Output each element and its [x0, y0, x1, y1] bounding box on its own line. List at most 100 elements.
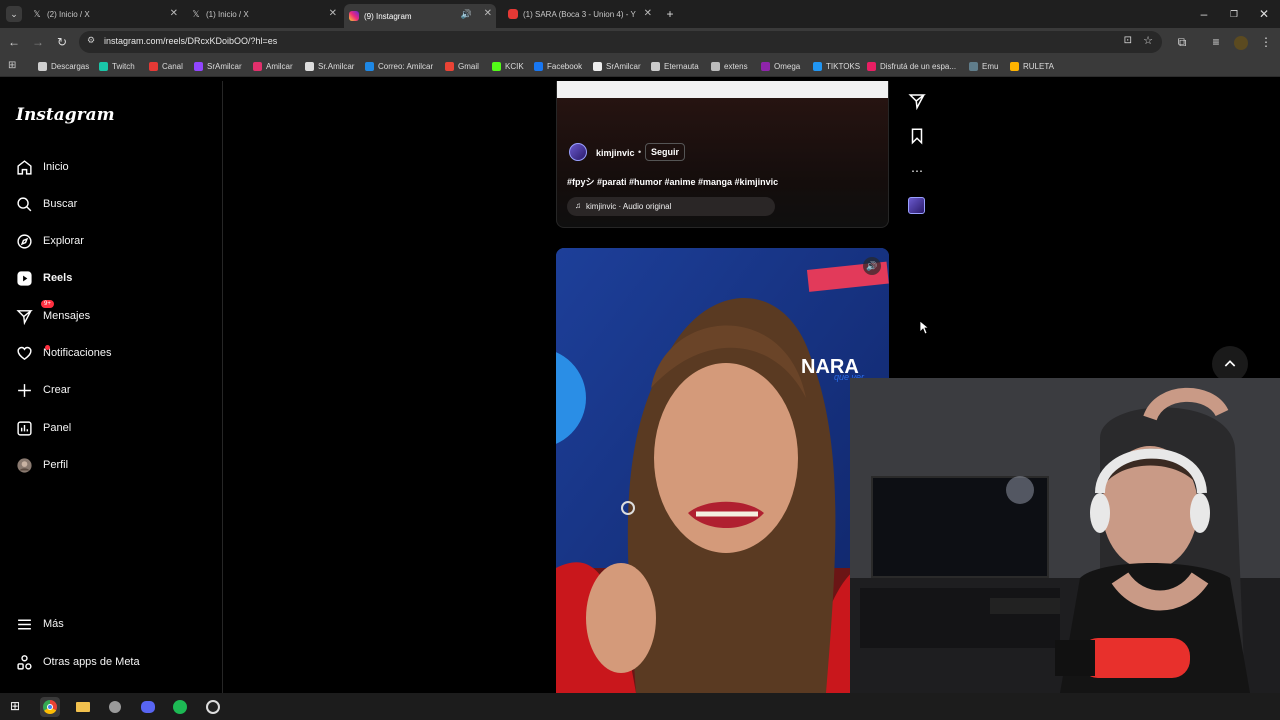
- bookmark-item[interactable]: Emu: [969, 60, 998, 73]
- apps-grid-icon[interactable]: ⊞: [8, 60, 16, 71]
- nav-item-buscar[interactable]: Buscar: [16, 193, 77, 215]
- tab-youtube[interactable]: (1) SARA (Boca 3 - Union 4) - Y ✕: [508, 4, 652, 24]
- back-button[interactable]: ←: [6, 34, 22, 50]
- profile-avatar[interactable]: [1234, 36, 1248, 50]
- spotify-icon[interactable]: [170, 697, 190, 717]
- bookmark-item[interactable]: Correo: Amilcar: [365, 60, 433, 73]
- nav-item-reels[interactable]: Reels: [16, 267, 72, 289]
- audio-pill[interactable]: ♫ kimjinvic · Audio original: [567, 197, 775, 216]
- bookmark-item[interactable]: Descargas: [38, 60, 89, 73]
- video-frame: NARA que ver: [556, 248, 889, 693]
- nav-label: Buscar: [43, 198, 78, 210]
- reel-video[interactable]: NARA que ver 🔊: [556, 248, 889, 693]
- menu-icon[interactable]: ⋮: [1258, 34, 1274, 50]
- close-icon[interactable]: ✕: [644, 4, 652, 24]
- bookmark-item[interactable]: Amilcar: [253, 60, 293, 73]
- nav-item-panel[interactable]: Panel: [16, 417, 71, 439]
- nav-item-perfil[interactable]: Perfil: [16, 454, 68, 476]
- bookmark-label: Amilcar: [266, 62, 293, 71]
- nav-item-otras-apps[interactable]: Otras apps de Meta: [16, 651, 140, 673]
- chrome-taskbar-icon[interactable]: [40, 697, 60, 717]
- bookmark-favicon-icon: [651, 62, 660, 71]
- tab-instagram[interactable]: (9) Instagram 🔊 ✕: [344, 4, 496, 28]
- nav-item-notificaciones[interactable]: Notificaciones: [16, 342, 111, 364]
- instagram-icon: [349, 11, 359, 21]
- reload-button[interactable]: ↻: [54, 34, 70, 50]
- reels-icon: [17, 270, 32, 286]
- nav-item-mas[interactable]: Más: [16, 613, 64, 635]
- nav-item-inicio[interactable]: Inicio: [16, 156, 69, 178]
- bookmark-item[interactable]: KCIK: [492, 60, 524, 73]
- meta-apps-icon: [17, 654, 32, 670]
- more-options-icon[interactable]: ⋯: [908, 162, 926, 180]
- windows-start-icon[interactable]: ⊞: [10, 699, 20, 713]
- bookmark-item[interactable]: SrAmilcar: [194, 60, 242, 73]
- bookmark-item[interactable]: Sr.Amilcar: [305, 60, 354, 73]
- bookmark-item[interactable]: Facebook: [534, 60, 582, 73]
- speaker-icon[interactable]: 🔊: [461, 4, 472, 24]
- bookmark-label: Disfrutá de un espa...: [880, 62, 957, 71]
- obs-icon[interactable]: [203, 697, 223, 717]
- star-icon[interactable]: ☆: [1143, 34, 1153, 47]
- bookmark-item[interactable]: SrAmilcar: [593, 60, 641, 73]
- tab-x-2[interactable]: 𝕏 (1) Inicio / X ✕: [191, 4, 337, 24]
- bookmark-favicon-icon: [305, 62, 314, 71]
- nav-label: Notificaciones: [43, 347, 112, 359]
- install-app-icon[interactable]: ⊡: [1124, 35, 1132, 46]
- bookmark-label: TIKTOKS: [826, 62, 861, 71]
- audio-thumbnail[interactable]: [908, 197, 925, 214]
- bookmark-label: Omega: [774, 62, 801, 71]
- extensions-icon[interactable]: ⧉: [1174, 34, 1190, 50]
- webcam-frame: [850, 378, 1280, 693]
- nav-item-crear[interactable]: Crear: [16, 379, 71, 401]
- bookmark-item[interactable]: Omega: [761, 60, 800, 73]
- notification-dot: [45, 345, 50, 350]
- scroll-up-button[interactable]: [1212, 346, 1248, 382]
- bookmark-item[interactable]: Twitch: [99, 60, 135, 73]
- bookmark-item[interactable]: Gmail: [445, 60, 479, 73]
- media-control-icon[interactable]: ≡: [1208, 34, 1224, 50]
- bookmarks-bar: ⊞ Descargas Twitch Canal SrAmilcar Amilcar Sr…: [0, 56, 1280, 77]
- minimize-button[interactable]: –: [1196, 6, 1212, 22]
- close-icon[interactable]: ✕: [170, 4, 178, 24]
- tab-x-1[interactable]: 𝕏 (2) Inicio / X ✕: [32, 4, 178, 24]
- volume-icon[interactable]: 🔊: [863, 257, 881, 275]
- bookmark-item[interactable]: Disfrutá de un espa...: [867, 60, 956, 73]
- app-icon[interactable]: [105, 697, 125, 717]
- bookmark-label: Twitch: [112, 62, 135, 71]
- reel-card-previous[interactable]: kimjinvic • Seguir #fpyシ #parati #humor …: [556, 81, 889, 228]
- username[interactable]: kimjinvic: [596, 148, 635, 158]
- tab-search-button[interactable]: ⌄: [6, 6, 22, 22]
- nav-item-explorar[interactable]: Explorar: [16, 230, 84, 252]
- bookmark-favicon-icon: [253, 62, 262, 71]
- bookmark-favicon-icon: [1010, 62, 1019, 71]
- instagram-logo[interactable]: Instagram: [16, 105, 115, 125]
- follow-button[interactable]: Seguir: [645, 143, 686, 161]
- bookmark-item[interactable]: TIKTOKS: [813, 60, 860, 73]
- bookmark-favicon-icon: [365, 62, 374, 71]
- forward-button[interactable]: →: [30, 34, 46, 50]
- bookmark-item[interactable]: extens: [711, 60, 748, 73]
- url-input[interactable]: ⚙ instagram.com/reels/DRcxKDoibOO/?hl=es…: [79, 31, 1162, 53]
- nav-label: Reels: [43, 272, 73, 284]
- restore-button[interactable]: ❐: [1226, 6, 1242, 22]
- share-icon[interactable]: [908, 92, 926, 110]
- file-explorer-icon[interactable]: [73, 697, 93, 717]
- window-close-button[interactable]: ✕: [1256, 6, 1272, 22]
- nav-item-mensajes[interactable]: 9+ Mensajes: [16, 300, 90, 327]
- bookmark-item[interactable]: RULETA: [1010, 60, 1054, 73]
- bookmark-label: KCIK: [505, 62, 524, 71]
- close-icon[interactable]: ✕: [329, 4, 337, 24]
- bookmark-favicon-icon: [593, 62, 602, 71]
- bookmark-favicon-icon: [194, 62, 203, 71]
- bookmark-icon[interactable]: [908, 127, 926, 145]
- messenger-icon: [16, 309, 33, 325]
- user-avatar[interactable]: [569, 143, 587, 161]
- discord-icon[interactable]: [138, 697, 158, 717]
- site-info-icon[interactable]: ⚙: [87, 35, 95, 46]
- bookmark-item[interactable]: Eternauta: [651, 60, 699, 73]
- bookmark-favicon-icon: [969, 62, 978, 71]
- close-icon[interactable]: ✕: [484, 4, 492, 24]
- new-tab-button[interactable]: +: [662, 6, 678, 22]
- bookmark-item[interactable]: Canal: [149, 60, 183, 73]
